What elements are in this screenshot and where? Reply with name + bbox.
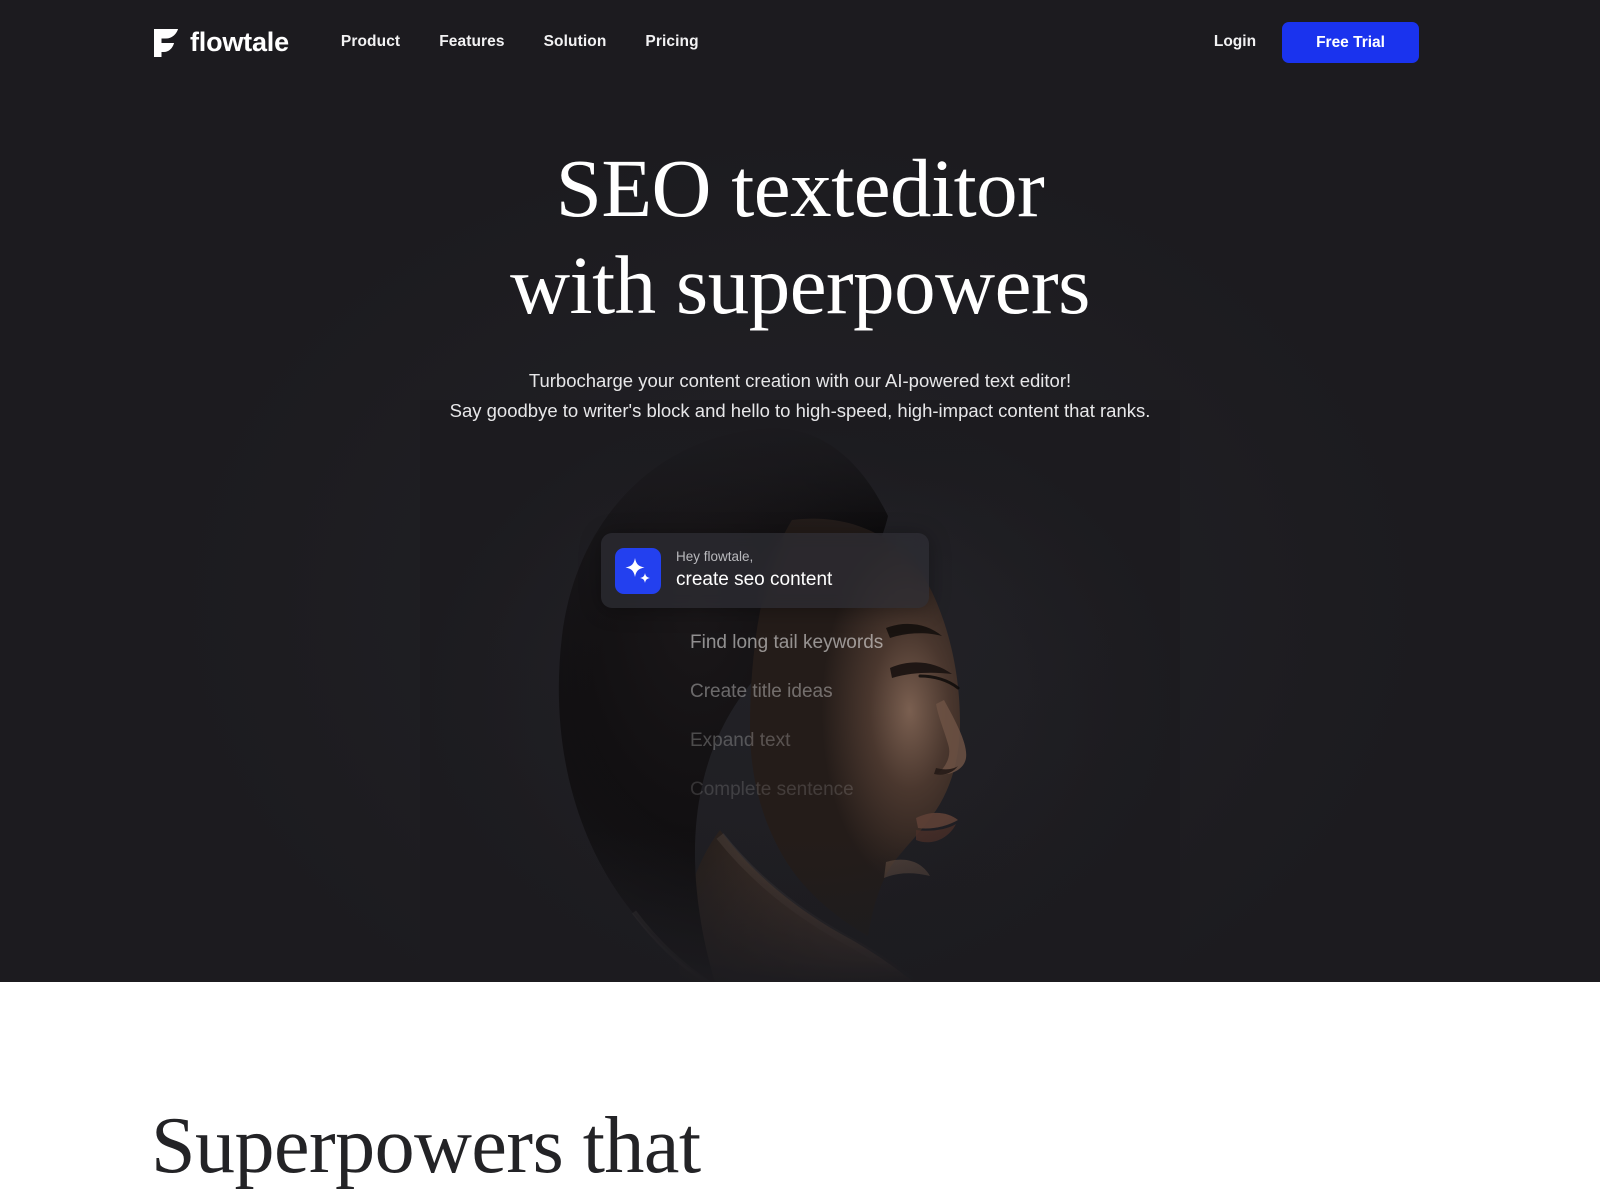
suggestion-item-find-long-tail-keywords[interactable]: Find long tail keywords (690, 618, 883, 667)
flowtale-leaf-f-icon (154, 29, 178, 57)
prompt-greeting: Hey flowtale, (676, 549, 754, 565)
suggestion-item-expand-text[interactable]: Expand text (690, 716, 883, 765)
subcopy-line-2: Say goodbye to writer's block and hello … (449, 400, 1151, 422)
nav-item-product[interactable]: Product (341, 33, 400, 51)
brand-logo[interactable]: flowtale (151, 25, 289, 59)
suggestion-item-complete-sentence[interactable]: Complete sentence (690, 765, 883, 814)
nav-item-pricing[interactable]: Pricing (645, 33, 698, 51)
free-trial-button[interactable]: Free Trial (1282, 21, 1419, 63)
subcopy-line-1: Turbocharge your content creation with o… (528, 370, 1072, 392)
header-actions: Login Free Trial (1214, 21, 1419, 63)
site-header: flowtale Product Features Solution Prici… (0, 0, 1600, 84)
hero-section: flowtale Product Features Solution Prici… (0, 0, 1600, 982)
features-section: Superpowers that (0, 982, 1600, 1200)
hero-copy: SEO texteditor with superpowers Turbocha… (0, 140, 1600, 426)
headline-line-1: SEO texteditor (555, 142, 1045, 234)
prompt-text-group: Hey flowtale, create seo content (676, 549, 832, 592)
nav-item-solution[interactable]: Solution (544, 33, 607, 51)
login-link[interactable]: Login (1214, 33, 1256, 51)
sparkle-glyph (625, 557, 650, 583)
suggestion-list: Find long tail keywords Create title ide… (690, 618, 883, 814)
headline-line-2: with superpowers (510, 239, 1090, 332)
features-section-heading: Superpowers that (151, 1102, 701, 1190)
landing-page: flowtale Product Features Solution Prici… (0, 0, 1600, 1200)
nav-item-features[interactable]: Features (439, 33, 504, 51)
hero-subcopy: Turbocharge your content creation with o… (0, 366, 1600, 426)
page-title: SEO texteditor with superpowers (0, 140, 1600, 334)
primary-nav: Product Features Solution Pricing (341, 33, 699, 51)
suggestion-item-create-title-ideas[interactable]: Create title ideas (690, 667, 883, 716)
ai-prompt-card[interactable]: Hey flowtale, create seo content (601, 533, 929, 608)
prompt-value: create seo content (676, 569, 833, 591)
brand-name: flowtale (190, 26, 289, 57)
sparkle-icon (615, 547, 661, 594)
